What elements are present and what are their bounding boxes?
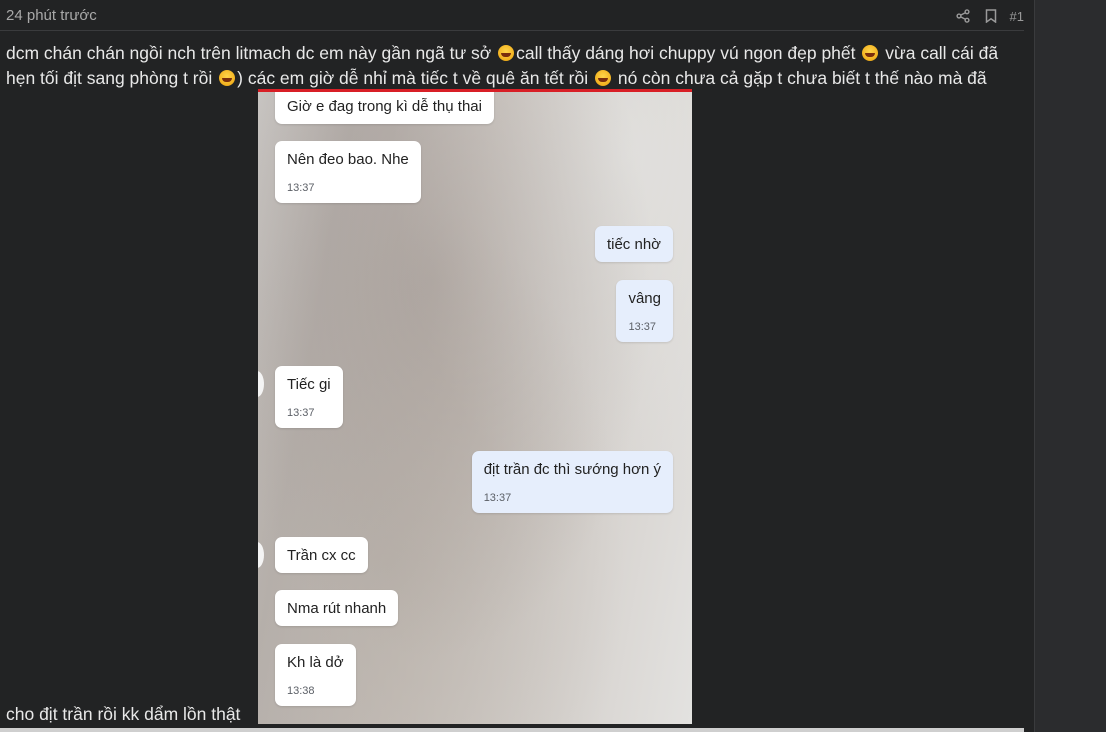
laughing-emoji-icon — [219, 70, 236, 86]
chat-message: Nma rút nhanh — [275, 590, 399, 626]
avatar — [258, 542, 264, 568]
avatar — [258, 371, 264, 397]
laughing-emoji-icon — [594, 70, 611, 86]
post-number[interactable]: #1 — [1010, 9, 1024, 24]
laughing-emoji-icon — [862, 45, 879, 61]
next-image-strip — [0, 728, 1024, 732]
bookmark-icon[interactable] — [982, 7, 1000, 25]
chat-message: Trần cx cc — [275, 537, 368, 573]
share-icon[interactable] — [954, 7, 972, 25]
chat-message: Kh là dở 13:38 — [275, 644, 356, 706]
message-time: 13:37 — [628, 321, 656, 333]
chat-message: tiếc nhờ — [594, 226, 673, 262]
message-time: 13:37 — [287, 182, 315, 194]
post-timestamp: 24 phút trước — [6, 7, 97, 24]
message-time: 13:37 — [287, 407, 315, 419]
post-tail-text: cho địt trần rồi kk dẩm lồn thật — [6, 704, 241, 724]
post-header: 24 phút trước #1 — [0, 0, 1024, 31]
post-line-2: hẹn tối địt sang phòng t rồi ) các em gi… — [6, 68, 987, 88]
laughing-emoji-icon — [498, 45, 515, 61]
message-time: 13:37 — [483, 492, 512, 504]
post-line-1: dcm chán chán ngồi nch trên litmach dc e… — [6, 43, 999, 63]
post-actions: #1 — [954, 6, 1024, 26]
chat-message: Nên đeo bao. Nhe 13:37 — [275, 141, 421, 203]
right-sidebar-gutter — [1034, 0, 1106, 732]
chat-screenshot-image[interactable]: Giờ e đag trong kì dễ thụ thai Nên đeo b… — [258, 89, 692, 724]
chat-message: Giờ e đag trong kì dễ thụ thai — [275, 92, 494, 124]
chat-message: Tiếc gi 13:37 — [275, 366, 343, 428]
message-time: 13:38 — [287, 685, 315, 697]
post-body: dcm chán chán ngồi nch trên litmach dc e… — [6, 41, 1024, 91]
chat-message: vâng 13:37 — [616, 280, 673, 342]
chat-message: địt trần đc thì sướng hơn ý 13:37 — [471, 451, 673, 513]
